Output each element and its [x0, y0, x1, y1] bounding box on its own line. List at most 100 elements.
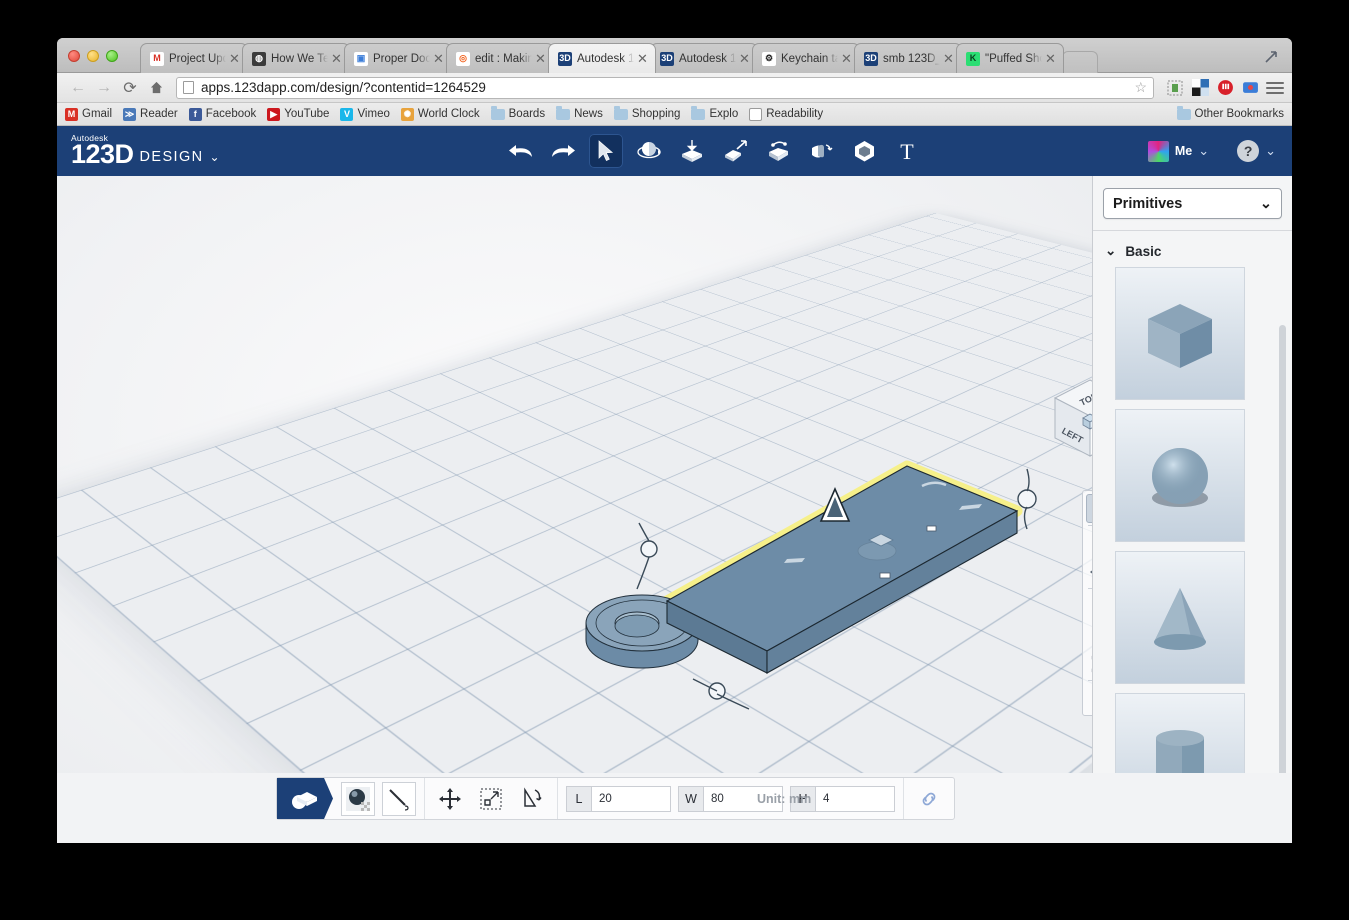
combine-tool[interactable] [847, 134, 881, 168]
fullscreen-icon[interactable] [1262, 46, 1282, 66]
forward-icon[interactable]: → [91, 76, 117, 100]
construct-tool[interactable] [761, 134, 795, 168]
generic-icon: ◍ [252, 52, 266, 66]
dimension-value[interactable]: 4 [816, 793, 894, 805]
model-keychain-tag[interactable] [577, 451, 1092, 711]
bookmark-item[interactable]: VVimeo [340, 108, 389, 121]
other-bookmarks-button[interactable]: Other Bookmarks [1177, 108, 1284, 120]
help-icon[interactable]: ? [1237, 140, 1259, 162]
back-icon[interactable]: ← [65, 76, 91, 100]
tab-title: Project Upda [169, 53, 226, 65]
unit-value: mm [789, 792, 811, 806]
folder-icon [491, 109, 505, 120]
group-basic-header[interactable]: ⌄ Basic [1093, 231, 1292, 267]
modify-tool[interactable] [804, 134, 838, 168]
transform-section [424, 778, 557, 819]
bookmark-item[interactable]: ≫Reader [123, 108, 178, 121]
colorzilla-extension-icon[interactable] [1189, 77, 1211, 99]
navigation-toolbar [1082, 490, 1092, 716]
minimize-window-button[interactable] [87, 50, 99, 62]
browser-tab[interactable]: 3DAutodesk 12✕ [650, 43, 758, 73]
view-cube[interactable]: TOP LEFT FRONT [1049, 376, 1092, 464]
bookmark-item[interactable]: Readability [749, 108, 823, 121]
zoom-window-button[interactable] [106, 50, 118, 62]
reload-icon[interactable]: ⟳ [117, 76, 143, 100]
help-chevron-down-icon[interactable]: ⌄ [1265, 143, 1276, 159]
browser-tab[interactable]: ◎edit : Making✕ [446, 43, 554, 73]
select-tool[interactable] [589, 134, 623, 168]
close-window-button[interactable] [68, 50, 80, 62]
browser-tab[interactable]: ▣Proper Docu✕ [344, 43, 452, 73]
primitives-list[interactable] [1093, 267, 1292, 831]
tab-close-icon[interactable]: ✕ [1045, 51, 1057, 67]
bookmark-item[interactable]: Shopping [614, 108, 681, 120]
transform-tool[interactable] [632, 134, 666, 168]
instructables-icon: ◎ [456, 52, 470, 66]
undo-button[interactable] [503, 134, 537, 168]
dimension-value[interactable]: 20 [592, 793, 670, 805]
panel-scrollbar[interactable] [1279, 325, 1286, 831]
rotate-button[interactable] [515, 782, 549, 816]
move-button[interactable] [433, 782, 467, 816]
dimension-label: W [679, 787, 704, 811]
tab-close-icon[interactable]: ✕ [637, 51, 649, 67]
sketch-tool[interactable] [718, 134, 752, 168]
tab-close-icon[interactable]: ✕ [943, 51, 955, 67]
dimension-l-field[interactable]: L20 [566, 786, 671, 812]
pocket-extension-icon[interactable] [1239, 77, 1261, 99]
tab-title: How We Test [271, 53, 328, 65]
primitives-flyout[interactable] [277, 778, 333, 819]
bookmark-item[interactable]: Explo [691, 108, 738, 120]
svg-text:T: T [900, 139, 914, 163]
chrome-menu-icon[interactable] [1266, 79, 1284, 97]
bookmark-item[interactable]: News [556, 108, 603, 120]
primitive-cone[interactable] [1115, 551, 1245, 684]
evernote-extension-icon[interactable] [1164, 77, 1186, 99]
lock-aspect-button[interactable] [912, 782, 946, 816]
browser-tab[interactable]: ⚙Keychain tag✕ [752, 43, 860, 73]
browser-tab[interactable]: K"Puffed Shog✕ [956, 43, 1064, 73]
bookmark-item[interactable]: ✺World Clock [401, 108, 480, 121]
brand-123d: 123D [71, 139, 134, 169]
browser-tab[interactable]: MProject Upda✕ [140, 43, 248, 73]
tab-close-icon[interactable]: ✕ [433, 51, 445, 67]
tab-close-icon[interactable]: ✕ [841, 51, 853, 67]
address-bar[interactable]: apps.123dapp.com/design/?contentid=12645… [176, 77, 1154, 99]
tab-close-icon[interactable]: ✕ [229, 51, 241, 67]
primitive-sphere[interactable] [1115, 409, 1245, 542]
browser-tab[interactable]: ◍ How We Test✕ [242, 43, 350, 73]
category-dropdown[interactable]: Primitives ⌄ [1103, 188, 1282, 219]
primitive-box[interactable] [1115, 267, 1245, 400]
bookmark-star-icon[interactable]: ☆ [1134, 79, 1147, 96]
material-button[interactable] [341, 782, 375, 816]
redo-button[interactable] [546, 134, 580, 168]
measure-button[interactable] [382, 782, 416, 816]
primitives-tool[interactable] [675, 134, 709, 168]
bookmark-item[interactable]: MGmail [65, 108, 112, 121]
scale-button[interactable] [474, 782, 508, 816]
tab-close-icon[interactable]: ✕ [739, 51, 751, 67]
folder-icon [614, 109, 628, 120]
dimension-label: L [567, 787, 592, 811]
avatar[interactable] [1148, 141, 1169, 162]
adblock-extension-icon[interactable] [1214, 77, 1236, 99]
window-controls [68, 50, 118, 62]
address-bar-text: apps.123dapp.com/design/?contentid=12645… [201, 80, 486, 95]
text-tool[interactable]: T [890, 134, 924, 168]
chevron-down-icon[interactable]: ⌄ [210, 150, 220, 164]
app-logo[interactable]: Autodesk 123D DESIGN ⌄ [57, 134, 220, 169]
new-tab-button[interactable] [1062, 51, 1098, 73]
3d-viewport[interactable]: TOP LEFT FRONT [57, 176, 1092, 831]
bookmark-item[interactable]: ▶YouTube [267, 108, 329, 121]
home-icon[interactable] [143, 76, 169, 100]
tab-close-icon[interactable]: ✕ [331, 51, 343, 67]
browser-tab[interactable]: 3DAutodesk 12✕ [548, 43, 656, 73]
chevron-down-icon[interactable]: ⌄ [1198, 143, 1209, 159]
bookmarks-bar: MGmail ≫Reader fFacebook ▶YouTube VVimeo ✺Wor… [57, 103, 1292, 126]
bookmark-item[interactable]: fFacebook [189, 108, 257, 121]
tab-close-icon[interactable]: ✕ [535, 51, 547, 67]
folder-icon [691, 109, 705, 120]
chevron-down-icon[interactable]: ⌄ [1260, 196, 1272, 212]
browser-tab[interactable]: 3Dsmb 123D_D✕ [854, 43, 962, 73]
bookmark-item[interactable]: Boards [491, 108, 545, 120]
